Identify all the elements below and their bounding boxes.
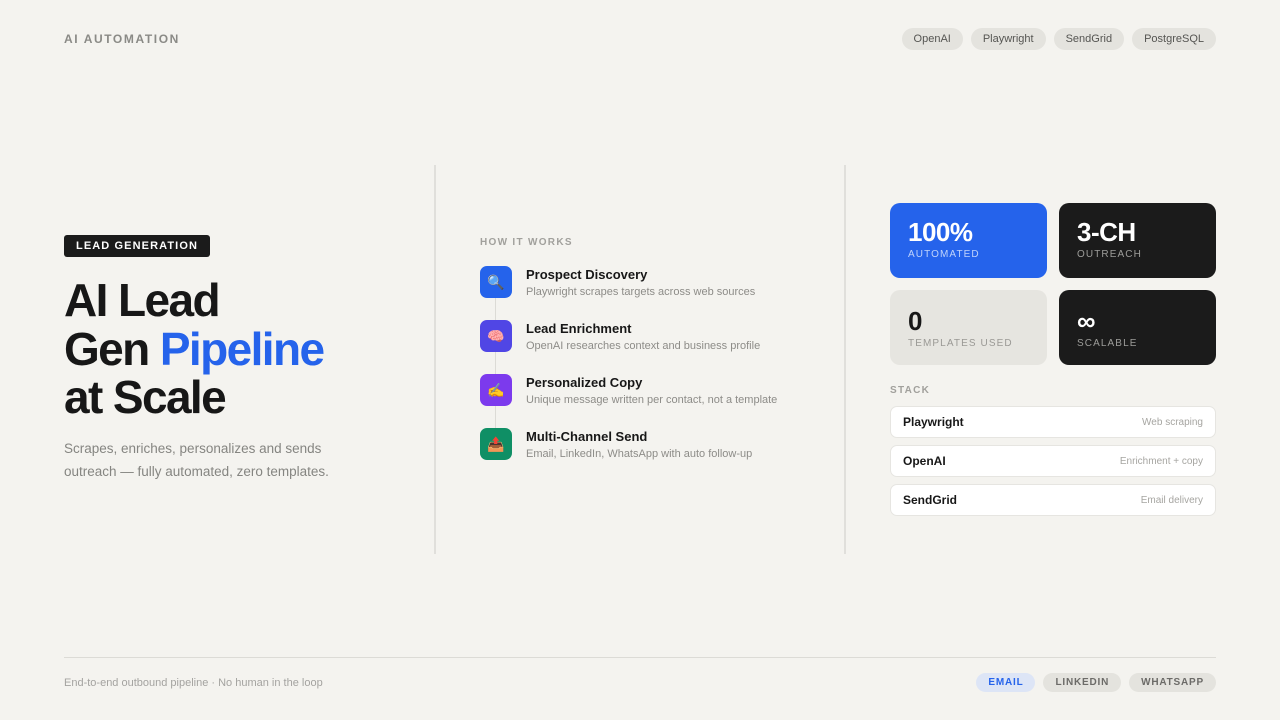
step-title: Lead Enrichment: [526, 321, 632, 336]
tech-pill-openai: OpenAI: [901, 28, 963, 50]
stat-card-outreach: 3-CH OUTREACH: [1059, 203, 1216, 278]
stat-value: ∞: [1077, 306, 1096, 336]
step-item: 📤 Multi-Channel Send Email, LinkedIn, Wh…: [480, 428, 810, 482]
outbox-tray-icon: 📤: [480, 428, 512, 460]
stack-list: Playwright Web scraping OpenAI Enrichmen…: [890, 406, 1216, 523]
stat-label: TEMPLATES USED: [908, 338, 1013, 349]
stack-item-name: Playwright: [903, 415, 964, 429]
page-title: AI Lead Gen Pipeline at Scale: [64, 276, 404, 422]
stack-item-description: Web scraping: [1142, 416, 1203, 428]
stat-label: OUTREACH: [1077, 249, 1142, 260]
stack-item: OpenAI Enrichment + copy: [890, 445, 1216, 477]
tech-pill-playwright: Playwright: [970, 28, 1046, 50]
step-title: Prospect Discovery: [526, 267, 648, 282]
stat-value: 100%: [908, 217, 973, 247]
step-item: 🔍 Prospect Discovery Playwright scrapes …: [480, 266, 810, 320]
step-item: 🧠 Lead Enrichment OpenAI researches cont…: [480, 320, 810, 374]
step-description: Playwright scrapes targets across web so…: [526, 286, 756, 298]
brain-icon: 🧠: [480, 320, 512, 352]
channel-tag-whatsapp: WHATSAPP: [1129, 673, 1216, 692]
footer-divider: [64, 657, 1216, 658]
stat-card-templates: 0 TEMPLATES USED: [890, 290, 1047, 365]
stat-card-automated: 100% AUTOMATED: [890, 203, 1047, 278]
step-description: OpenAI researches context and business p…: [526, 340, 761, 352]
title-line-3: at Scale: [64, 371, 227, 423]
brand-label: AI AUTOMATION: [64, 32, 180, 46]
stack-item-description: Enrichment + copy: [1119, 455, 1203, 467]
stat-label: AUTOMATED: [908, 249, 980, 260]
stack-item-name: OpenAI: [903, 454, 946, 468]
steps-list: 🔍 Prospect Discovery Playwright scrapes …: [480, 266, 810, 482]
stack-item: SendGrid Email delivery: [890, 484, 1216, 516]
step-title: Personalized Copy: [526, 375, 643, 390]
step-description: Unique message written per contact, not …: [526, 394, 778, 406]
stat-value: 0: [908, 306, 922, 336]
title-line-2: Gen: [64, 322, 160, 375]
channel-tag-linkedin: LINKEDIN: [1043, 673, 1122, 692]
stat-label: SCALABLE: [1077, 338, 1138, 349]
magnifier-icon: 🔍: [480, 266, 512, 298]
tech-pill-sendgrid: SendGrid: [1053, 28, 1125, 50]
channel-tags: EMAIL LINKEDIN WHATSAPP: [976, 673, 1216, 692]
writing-hand-icon: ✍: [480, 374, 512, 406]
stat-value: 3-CH: [1077, 217, 1136, 247]
column-divider: [434, 165, 436, 554]
title-line-1: AI Lead: [64, 274, 221, 326]
title-accent-word: Pipeline: [159, 322, 325, 375]
stat-card-scalable: ∞ SCALABLE: [1059, 290, 1216, 365]
step-title: Multi-Channel Send: [526, 429, 648, 444]
stack-item: Playwright Web scraping: [890, 406, 1216, 438]
channel-tag-email: EMAIL: [976, 673, 1036, 692]
step-description: Email, LinkedIn, WhatsApp with auto foll…: [526, 448, 753, 460]
step-item: ✍ Personalized Copy Unique message writt…: [480, 374, 810, 428]
hero-description: Scrapes, enriches, personalizes and send…: [64, 441, 329, 479]
footer-caption: End-to-end outbound pipeline · No human …: [64, 677, 323, 689]
stack-item-description: Email delivery: [1140, 494, 1203, 506]
stack-label: STACK: [890, 385, 931, 396]
how-it-works-label: HOW IT WORKS: [480, 237, 573, 248]
category-badge: LEAD GENERATION: [64, 235, 211, 257]
tech-pill-postgresql: PostgreSQL: [1132, 28, 1216, 50]
tech-pill-group: OpenAI Playwright SendGrid PostgreSQL: [901, 28, 1216, 50]
stats-grid: 100% AUTOMATED 3-CH OUTREACH 0 TEMPLATES…: [890, 203, 1216, 365]
stack-item-name: SendGrid: [903, 493, 958, 507]
column-divider: [844, 165, 846, 554]
